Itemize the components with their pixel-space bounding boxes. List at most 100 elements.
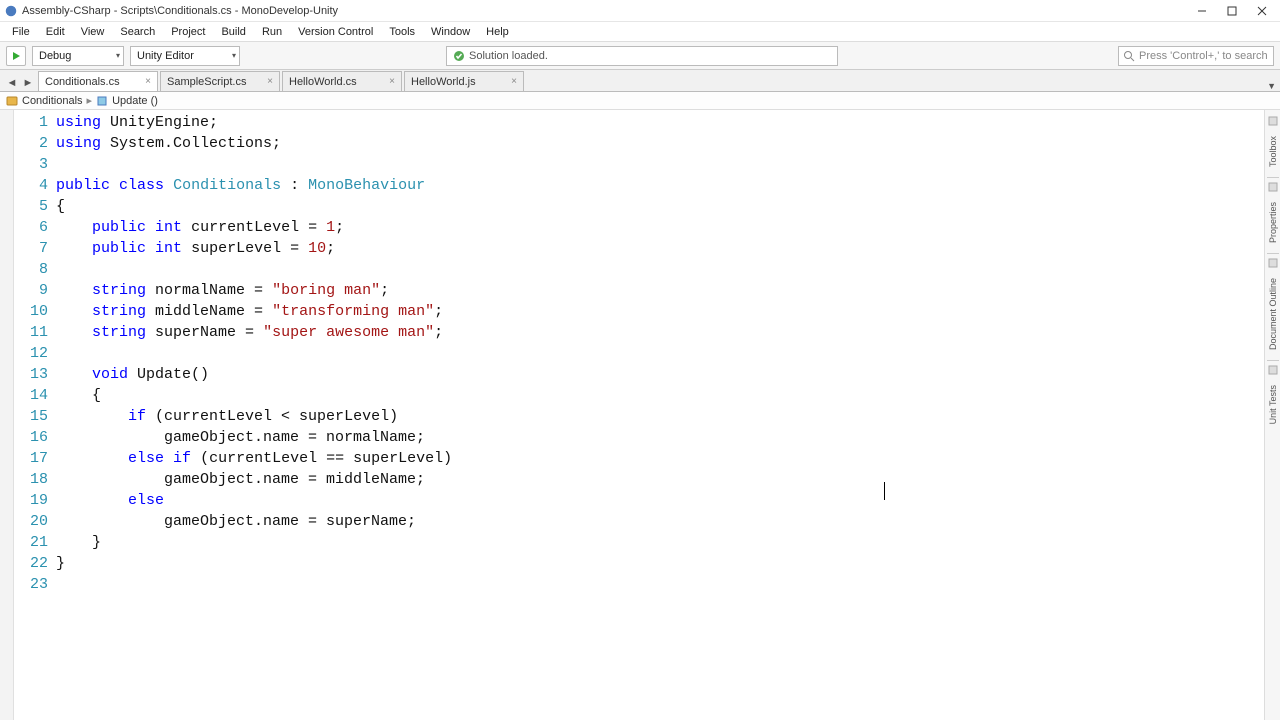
tab-label: SampleScript.cs (167, 76, 246, 88)
menu-item-run[interactable]: Run (254, 24, 290, 40)
code-text[interactable]: public int superLevel = 10; (56, 238, 335, 259)
global-search-input[interactable]: Press 'Control+,' to search (1118, 46, 1274, 66)
code-line[interactable]: 3 (14, 154, 1264, 175)
code-line[interactable]: 12 (14, 343, 1264, 364)
rail-tab-unit-tests[interactable]: Unit Tests (1267, 379, 1279, 430)
menu-item-search[interactable]: Search (112, 24, 163, 40)
rail-tab-properties[interactable]: Properties (1267, 196, 1279, 249)
breadcrumb-class[interactable]: Conditionals (22, 95, 83, 107)
menu-item-window[interactable]: Window (423, 24, 478, 40)
code-text[interactable]: public int currentLevel = 1; (56, 217, 344, 238)
code-line[interactable]: 22} (14, 553, 1264, 574)
code-editor[interactable]: 1using UnityEngine;2using System.Collect… (14, 110, 1264, 720)
code-text[interactable]: { (56, 385, 101, 406)
breadcrumb-method[interactable]: Update () (112, 95, 158, 107)
line-number: 9 (14, 280, 56, 301)
tab-overflow-button[interactable]: ▼ (1267, 81, 1276, 91)
rail-tab-document-outline[interactable]: Document Outline (1267, 272, 1279, 356)
code-text[interactable]: } (56, 553, 65, 574)
code-text[interactable]: else if (currentLevel == superLevel) (56, 448, 452, 469)
tab-close-icon[interactable]: × (145, 76, 151, 87)
code-text[interactable]: else (56, 490, 164, 511)
document-tab[interactable]: HelloWorld.js× (404, 71, 524, 91)
code-text[interactable]: void Update() (56, 364, 209, 385)
code-text[interactable]: using System.Collections; (56, 133, 281, 154)
code-line[interactable]: 18 gameObject.name = middleName; (14, 469, 1264, 490)
nav-back-button[interactable]: ◄ (4, 75, 20, 91)
code-text[interactable]: string middleName = "transforming man"; (56, 301, 443, 322)
menu-item-tools[interactable]: Tools (381, 24, 423, 40)
line-number: 16 (14, 427, 56, 448)
code-line[interactable]: 13 void Update() (14, 364, 1264, 385)
menu-item-file[interactable]: File (4, 24, 38, 40)
line-number: 8 (14, 259, 56, 280)
line-number: 7 (14, 238, 56, 259)
tab-close-icon[interactable]: × (389, 76, 395, 87)
window-maximize-button[interactable] (1218, 1, 1246, 21)
nav-forward-button[interactable]: ► (20, 75, 36, 91)
menu-item-help[interactable]: Help (478, 24, 517, 40)
code-line[interactable]: 11 string superName = "super awesome man… (14, 322, 1264, 343)
line-number: 5 (14, 196, 56, 217)
code-line[interactable]: 14 { (14, 385, 1264, 406)
code-text[interactable]: gameObject.name = superName; (56, 511, 416, 532)
code-line[interactable]: 8 (14, 259, 1264, 280)
rail-separator (1267, 253, 1279, 254)
menu-item-build[interactable]: Build (213, 24, 253, 40)
code-line[interactable]: 19 else (14, 490, 1264, 511)
code-line[interactable]: 21 } (14, 532, 1264, 553)
code-line[interactable]: 7 public int superLevel = 10; (14, 238, 1264, 259)
window-minimize-button[interactable] (1188, 1, 1216, 21)
code-line[interactable]: 20 gameObject.name = superName; (14, 511, 1264, 532)
main-area: 1using UnityEngine;2using System.Collect… (0, 110, 1280, 720)
code-line[interactable]: 9 string normalName = "boring man"; (14, 280, 1264, 301)
code-line[interactable]: 2using System.Collections; (14, 133, 1264, 154)
menu-item-project[interactable]: Project (163, 24, 213, 40)
code-line[interactable]: 6 public int currentLevel = 1; (14, 217, 1264, 238)
code-text[interactable]: } (56, 532, 101, 553)
menu-item-view[interactable]: View (73, 24, 113, 40)
search-icon (1123, 50, 1135, 62)
class-icon (6, 95, 18, 107)
configuration-selector[interactable]: Debug (32, 46, 124, 66)
status-bar: Solution loaded. (446, 46, 838, 66)
code-line[interactable]: 16 gameObject.name = normalName; (14, 427, 1264, 448)
line-number: 18 (14, 469, 56, 490)
tab-label: HelloWorld.cs (289, 76, 357, 88)
code-text[interactable]: if (currentLevel < superLevel) (56, 406, 398, 427)
document-tab[interactable]: Conditionals.cs× (38, 71, 158, 91)
breadcrumb: Conditionals ▸ Update () (0, 92, 1280, 110)
code-line[interactable]: 17 else if (currentLevel == superLevel) (14, 448, 1264, 469)
tab-close-icon[interactable]: × (511, 76, 517, 87)
menu-item-edit[interactable]: Edit (38, 24, 73, 40)
method-icon (96, 95, 108, 107)
line-number: 17 (14, 448, 56, 469)
code-line[interactable]: 23 (14, 574, 1264, 595)
code-text[interactable]: public class Conditionals : MonoBehaviou… (56, 175, 425, 196)
code-text[interactable]: gameObject.name = middleName; (56, 469, 425, 490)
code-line[interactable]: 5{ (14, 196, 1264, 217)
rail-tab-toolbox[interactable]: Toolbox (1267, 130, 1279, 173)
rail-separator (1267, 360, 1279, 361)
toolbar: Debug Unity Editor Solution loaded. Pres… (0, 42, 1280, 70)
line-number: 3 (14, 154, 56, 175)
code-line[interactable]: 10 string middleName = "transforming man… (14, 301, 1264, 322)
code-text[interactable]: { (56, 196, 65, 217)
target-selector[interactable]: Unity Editor (130, 46, 240, 66)
code-line[interactable]: 4public class Conditionals : MonoBehavio… (14, 175, 1264, 196)
code-text[interactable]: string normalName = "boring man"; (56, 280, 389, 301)
code-line[interactable]: 1using UnityEngine; (14, 112, 1264, 133)
code-line[interactable]: 15 if (currentLevel < superLevel) (14, 406, 1264, 427)
tab-close-icon[interactable]: × (267, 76, 273, 87)
document-tab[interactable]: HelloWorld.cs × (282, 71, 402, 91)
menu-item-version-control[interactable]: Version Control (290, 24, 381, 40)
run-button[interactable] (6, 46, 26, 66)
marker-gutter[interactable] (0, 110, 14, 720)
code-text[interactable]: string superName = "super awesome man"; (56, 322, 443, 343)
window-close-button[interactable] (1248, 1, 1276, 21)
target-label: Unity Editor (137, 50, 194, 62)
code-text[interactable]: using UnityEngine; (56, 112, 218, 133)
document-tab[interactable]: SampleScript.cs × (160, 71, 280, 91)
window-titlebar: Assembly-CSharp - Scripts\Conditionals.c… (0, 0, 1280, 22)
code-text[interactable]: gameObject.name = normalName; (56, 427, 425, 448)
